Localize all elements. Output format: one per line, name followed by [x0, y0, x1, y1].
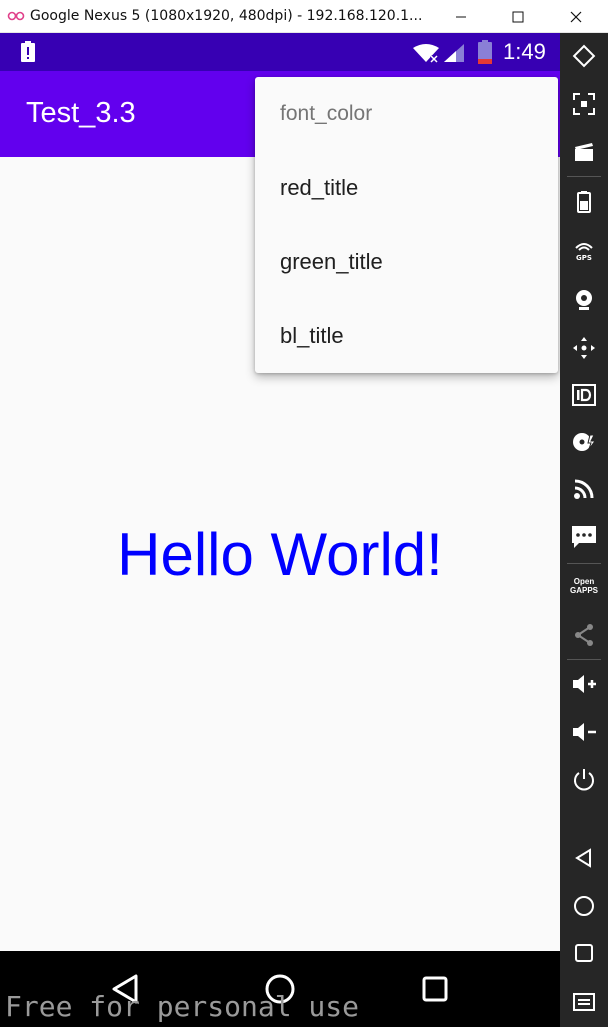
gps-icon: GPS: [575, 243, 593, 262]
minimize-icon: [456, 16, 466, 17]
dpad-icon: [573, 337, 595, 359]
battery-icon: [577, 191, 591, 213]
side-overview-button[interactable]: [560, 931, 608, 975]
power-icon: [574, 769, 594, 791]
fullscreen-button[interactable]: [560, 82, 608, 126]
disk-icon: [573, 433, 596, 451]
cast-button[interactable]: [560, 467, 608, 511]
phone-screen: 1:49 Test_3.3 Hello World! font_color re…: [0, 33, 560, 1027]
close-button[interactable]: [554, 0, 598, 33]
close-icon: [570, 11, 582, 22]
camera-button[interactable]: [560, 278, 608, 322]
minimize-button[interactable]: [439, 0, 483, 33]
volume-down-button[interactable]: [560, 710, 608, 754]
gps-button[interactable]: GPS: [560, 229, 608, 273]
overflow-menu: font_color red_title green_title bl_titl…: [255, 77, 558, 373]
watermark-text: Free for personal use: [5, 990, 360, 1023]
volume-up-button[interactable]: [560, 662, 608, 706]
screencast-icon: [575, 143, 593, 161]
side-home-button[interactable]: [560, 884, 608, 928]
volume-up-icon: [573, 675, 596, 693]
infinity-logo-icon: [7, 11, 25, 21]
side-menu-button[interactable]: [560, 980, 608, 1024]
open-gapps-button[interactable]: Open GAPPS: [560, 564, 608, 608]
open-gapps-line1: Open: [573, 577, 595, 586]
dpad-button[interactable]: [560, 326, 608, 370]
window-titlebar: Google Nexus 5 (1080x1920, 480dpi) - 192…: [0, 0, 608, 33]
home-icon: [574, 896, 594, 916]
screencast-button[interactable]: [560, 130, 608, 174]
rotate-icon: [572, 44, 596, 68]
share-icon: [575, 624, 593, 646]
camera-icon: [576, 290, 592, 310]
sms-button[interactable]: [560, 515, 608, 559]
svg-text:GPS: GPS: [576, 254, 592, 262]
power-button[interactable]: [560, 758, 608, 802]
device-id-button[interactable]: [560, 373, 608, 417]
share-button[interactable]: [560, 613, 608, 657]
signal-icon: [444, 44, 464, 62]
battery-icon: [478, 40, 492, 64]
fullscreen-icon: [573, 93, 595, 115]
sms-icon: [572, 526, 596, 548]
recent-apps-icon[interactable]: [417, 971, 453, 1007]
maximize-icon: [512, 11, 524, 22]
alert-icon: [21, 41, 35, 62]
back-icon: [575, 848, 591, 868]
battery-button[interactable]: [560, 180, 608, 224]
menu-item-red-title[interactable]: red_title: [255, 151, 558, 225]
menu-item-green-title[interactable]: green_title: [255, 225, 558, 299]
rotate-button[interactable]: [560, 34, 608, 78]
menu-icon: [573, 993, 595, 1011]
cast-icon: [574, 479, 594, 499]
open-gapps-icon: Open GAPPS: [570, 577, 598, 595]
hello-text: Hello World!: [117, 521, 443, 588]
side-back-button[interactable]: [560, 836, 608, 880]
wifi-icon: [413, 44, 439, 63]
app-title: Test_3.3: [26, 97, 136, 129]
device-id-icon: [572, 384, 596, 406]
maximize-button[interactable]: [496, 0, 540, 33]
menu-item-font-color[interactable]: font_color: [255, 77, 558, 151]
emulator-toolbar: GPS Open GAPPS: [560, 33, 608, 1027]
status-time: 1:49: [503, 39, 546, 64]
open-gapps-line2: GAPPS: [569, 586, 598, 595]
status-bar: 1:49: [0, 33, 560, 71]
menu-item-bl-title[interactable]: bl_title: [255, 299, 558, 373]
window-title: Google Nexus 5 (1080x1920, 480dpi) - 192…: [30, 8, 423, 24]
volume-down-icon: [573, 723, 596, 741]
disk-button[interactable]: [560, 420, 608, 464]
overview-icon: [575, 944, 593, 962]
